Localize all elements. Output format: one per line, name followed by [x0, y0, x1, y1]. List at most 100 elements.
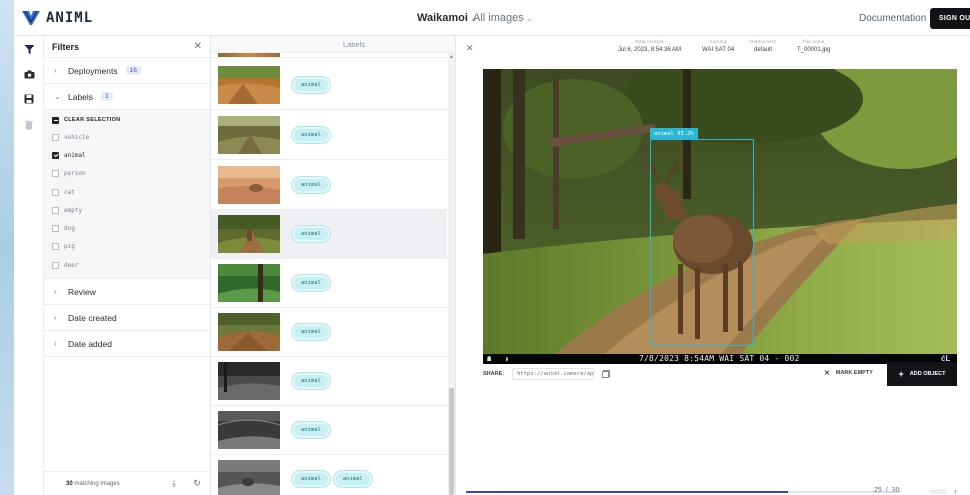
- label-pill[interactable]: animal: [292, 275, 330, 291]
- checkbox[interactable]: [52, 225, 59, 233]
- download-icon[interactable]: ⤓: [169, 478, 179, 488]
- thumbnail[interactable]: [218, 66, 280, 104]
- close-filters-icon[interactable]: ✕: [194, 41, 202, 52]
- thumbnail[interactable]: [218, 166, 280, 204]
- refresh-icon[interactable]: ↻: [192, 478, 202, 488]
- label-option-text: vehicle: [64, 133, 90, 141]
- filter-icon[interactable]: [22, 42, 36, 56]
- label-option-vehicle[interactable]: vehicle: [44, 128, 210, 146]
- pager-total: 30: [891, 487, 900, 494]
- deployments-filter[interactable]: › Deployments 16: [44, 58, 210, 84]
- share-url-field[interactable]: https://animl.camera/app/: [512, 368, 595, 380]
- thumbnail[interactable]: [218, 362, 280, 400]
- label-option-animal[interactable]: animal: [44, 146, 210, 164]
- image-row[interactable]: animal: [211, 357, 447, 406]
- add-object-label: ADD OBJECT: [909, 371, 946, 377]
- checkbox[interactable]: [52, 170, 59, 178]
- thumbnail[interactable]: [218, 215, 280, 253]
- row-divider: [211, 57, 447, 58]
- checkbox[interactable]: [52, 261, 59, 269]
- matching-images-count: 30 matching images: [66, 481, 120, 487]
- image-row[interactable]: animal: [211, 406, 447, 455]
- camera-icon[interactable]: [22, 67, 36, 81]
- view-selector[interactable]: All images ⌄: [473, 12, 533, 24]
- plus-icon: +: [898, 369, 904, 379]
- image-row[interactable]: animal: [211, 111, 447, 160]
- date-added-filter[interactable]: › Date added: [44, 331, 210, 358]
- sun-icon: ◗: [505, 355, 510, 363]
- image-row-selected[interactable]: animal: [211, 210, 447, 259]
- filters-footer: 30 matching images ⤓ ↻: [44, 471, 211, 495]
- checkbox[interactable]: [52, 133, 59, 141]
- thumbnail[interactable]: [218, 460, 280, 495]
- close-detail-icon[interactable]: ✕: [466, 43, 474, 54]
- thumbnail[interactable]: [218, 411, 280, 449]
- pager-ghost: [929, 489, 947, 494]
- filters-title: Filters: [52, 41, 80, 52]
- image-row[interactable]: animal: [211, 259, 447, 308]
- thumbnail[interactable]: [218, 116, 280, 154]
- label-pill[interactable]: animal: [292, 471, 330, 487]
- thumbnail[interactable]: [218, 264, 280, 302]
- detection-bounding-box[interactable]: animal 95.2%: [650, 128, 754, 346]
- image-list: Labels animal animal animal animal anima…: [211, 36, 455, 495]
- mark-empty-button[interactable]: ✕ MARK EMPTY: [824, 369, 873, 377]
- chevron-left-icon[interactable]: ‹: [954, 486, 957, 495]
- image-row[interactable]: animal animal: [211, 455, 447, 495]
- scroll-up-arrow-icon[interactable]: ▲: [449, 54, 454, 60]
- label-option-text: animal: [64, 151, 86, 159]
- label-option-deer[interactable]: deer: [44, 256, 210, 274]
- pager-current: 25: [874, 487, 882, 494]
- copy-icon[interactable]: [602, 370, 610, 378]
- checkbox[interactable]: [52, 243, 59, 251]
- project-selector[interactable]: Waikamoi ⌄: [417, 12, 478, 24]
- label-option-person[interactable]: person: [44, 165, 210, 183]
- pager: 25 / 30: [874, 487, 900, 494]
- brand-name: ANIML: [46, 10, 94, 26]
- documentation-link[interactable]: Documentation: [859, 13, 926, 24]
- save-icon[interactable]: [22, 92, 36, 106]
- add-object-button[interactable]: + ADD OBJECT: [887, 362, 957, 386]
- image-row[interactable]: animal: [211, 308, 447, 357]
- label-option-text: empty: [64, 206, 83, 214]
- date-created-filter[interactable]: › Date created: [44, 305, 210, 332]
- meta-key: File name: [802, 39, 825, 44]
- camera-trap-photo[interactable]: animal 95.2% ☗ ◗ 7/8/2023 8:54AM WAI SAT…: [483, 69, 957, 364]
- thumbnail[interactable]: [218, 313, 280, 351]
- trash-icon[interactable]: [22, 118, 36, 132]
- sign-out-button[interactable]: SIGN OUT: [930, 8, 970, 29]
- image-row[interactable]: animal: [211, 161, 447, 210]
- label-option-cat[interactable]: cat: [44, 183, 210, 201]
- meta-value: Jul 6, 2023, 8:54:36 AM: [618, 47, 682, 53]
- label-pill[interactable]: animal: [292, 422, 330, 438]
- camera-timestamp-bar: ☗ ◗ 7/8/2023 8:54AM WAI SAT 04 - 002 ćL: [483, 354, 957, 364]
- indeterminate-checkbox-icon: [52, 116, 59, 124]
- review-filter[interactable]: › Review: [44, 279, 210, 306]
- checkbox[interactable]: [52, 188, 59, 196]
- label-option-pig[interactable]: pig: [44, 238, 210, 256]
- label-option-text: cat: [64, 188, 75, 196]
- label-pill[interactable]: animal: [292, 127, 330, 143]
- label-pill[interactable]: animal: [292, 373, 330, 389]
- checkbox[interactable]: [52, 206, 59, 214]
- deployments-label: Deployments: [68, 65, 118, 76]
- label-pill[interactable]: animal: [292, 177, 330, 193]
- label-pill[interactable]: animal: [292, 77, 330, 93]
- label-option-dog[interactable]: dog: [44, 219, 210, 237]
- meta-camera: Camera WAI SAT 04: [702, 39, 734, 53]
- labels-filter[interactable]: ⌄ Labels 1: [44, 84, 210, 110]
- image-detail-pane: ✕ Date created Jul 6, 2023, 8:54:36 AM C…: [455, 36, 970, 495]
- label-option-empty[interactable]: empty: [44, 201, 210, 219]
- clear-selection-button[interactable]: CLEAR SELECTION: [44, 112, 210, 128]
- chevron-right-icon: ›: [54, 313, 57, 323]
- label-pill[interactable]: animal: [292, 324, 330, 340]
- brand-logo[interactable]: ANIML: [22, 10, 93, 26]
- meta-deployment: Deployment default: [750, 39, 776, 53]
- label-pill[interactable]: animal: [292, 226, 330, 242]
- scrollbar-thumb[interactable]: [449, 388, 454, 495]
- image-list-scrollbar[interactable]: ▲: [448, 53, 455, 495]
- image-row[interactable]: animal: [211, 61, 447, 110]
- label-pill[interactable]: animal: [333, 471, 372, 487]
- checkbox-checked[interactable]: [52, 151, 59, 159]
- view-name: All images: [473, 12, 524, 24]
